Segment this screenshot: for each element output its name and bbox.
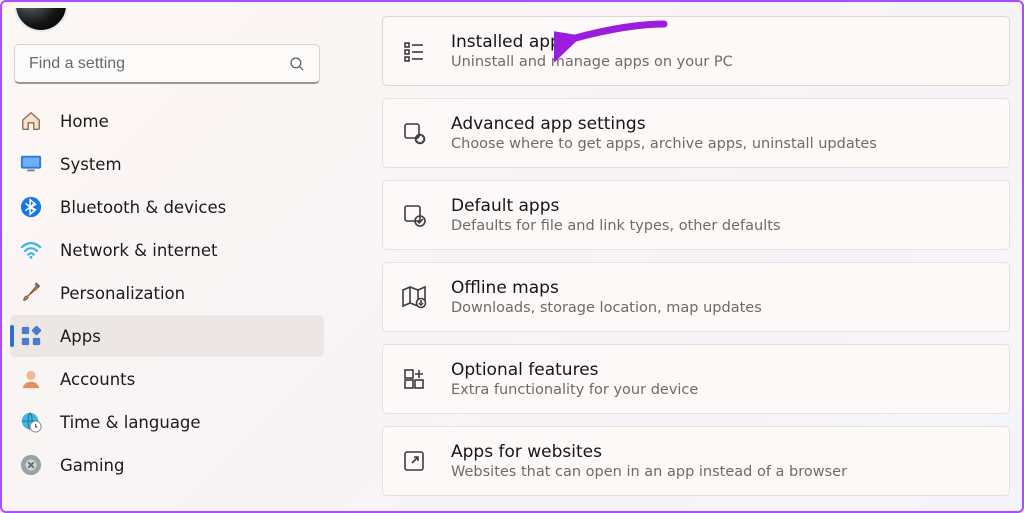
apps-icon (20, 325, 42, 347)
optional-features-icon (401, 366, 427, 392)
accounts-icon (20, 368, 42, 390)
card-title: Optional features (451, 360, 698, 380)
gaming-icon (20, 454, 42, 476)
search-input[interactable] (14, 44, 320, 84)
card-subtitle: Defaults for file and link types, other … (451, 218, 781, 234)
sidebar-item-label: Time & language (60, 413, 201, 432)
user-avatar[interactable] (14, 8, 68, 34)
sidebar-item-accounts[interactable]: Accounts (10, 358, 324, 400)
sidebar-item-label: Home (60, 112, 109, 131)
card-subtitle: Uninstall and manage apps on your PC (451, 54, 733, 70)
advanced-settings-icon (401, 120, 427, 146)
card-subtitle: Choose where to get apps, archive apps, … (451, 136, 877, 152)
card-subtitle: Downloads, storage location, map updates (451, 300, 762, 316)
wifi-icon (20, 239, 42, 261)
default-apps-icon (401, 202, 427, 228)
card-optional-features[interactable]: Optional features Extra functionality fo… (382, 344, 1010, 414)
card-installed-apps[interactable]: Installed apps Uninstall and manage apps… (382, 16, 1010, 86)
search-container (14, 44, 320, 84)
map-icon (401, 284, 427, 310)
open-external-icon (401, 448, 427, 474)
bluetooth-icon (20, 196, 42, 218)
sidebar-item-label: Gaming (60, 456, 125, 475)
sidebar-item-label: Bluetooth & devices (60, 198, 226, 217)
sidebar-item-network[interactable]: Network & internet (10, 229, 324, 271)
main-content: Installed apps Uninstall and manage apps… (332, 2, 1022, 511)
sidebar-item-home[interactable]: Home (10, 100, 324, 142)
sidebar-item-label: System (60, 155, 122, 174)
sidebar-item-apps[interactable]: Apps (10, 315, 324, 357)
sidebar-item-label: Accounts (60, 370, 135, 389)
card-title: Apps for websites (451, 442, 847, 462)
globe-clock-icon (20, 411, 42, 433)
installed-apps-icon (401, 38, 427, 64)
card-title: Offline maps (451, 278, 762, 298)
sidebar-item-system[interactable]: System (10, 143, 324, 185)
card-subtitle: Extra functionality for your device (451, 382, 698, 398)
card-subtitle: Websites that can open in an app instead… (451, 464, 847, 480)
system-icon (20, 153, 42, 175)
card-offline-maps[interactable]: Offline maps Downloads, storage location… (382, 262, 1010, 332)
card-default-apps[interactable]: Default apps Defaults for file and link … (382, 180, 1010, 250)
card-title: Advanced app settings (451, 114, 877, 134)
sidebar-item-personalization[interactable]: Personalization (10, 272, 324, 314)
paintbrush-icon (20, 282, 42, 304)
card-title: Default apps (451, 196, 781, 216)
sidebar-nav: Home System (10, 100, 324, 486)
card-advanced-app-settings[interactable]: Advanced app settings Choose where to ge… (382, 98, 1010, 168)
search-icon (288, 55, 306, 73)
sidebar-item-label: Network & internet (60, 241, 217, 260)
card-title: Installed apps (451, 32, 733, 52)
home-icon (20, 110, 42, 132)
sidebar-item-time-language[interactable]: Time & language (10, 401, 324, 443)
card-apps-for-websites[interactable]: Apps for websites Websites that can open… (382, 426, 1010, 496)
sidebar-item-label: Apps (60, 327, 101, 346)
sidebar: Home System (2, 2, 332, 511)
sidebar-item-label: Personalization (60, 284, 185, 303)
sidebar-item-bluetooth[interactable]: Bluetooth & devices (10, 186, 324, 228)
sidebar-item-gaming[interactable]: Gaming (10, 444, 324, 486)
